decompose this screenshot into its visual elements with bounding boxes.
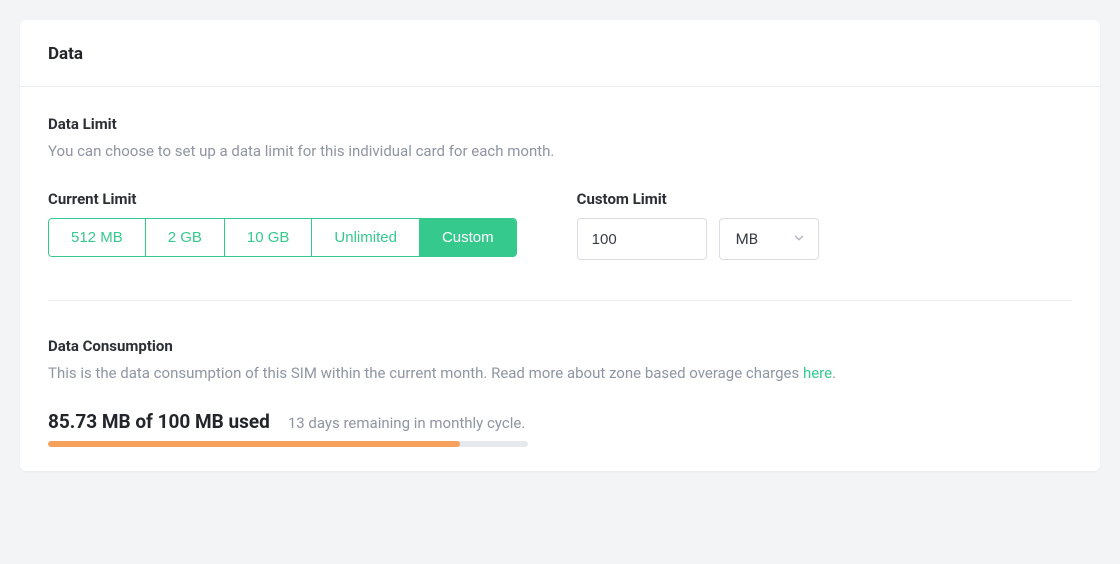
usage-progress-track xyxy=(48,441,528,447)
custom-limit-input[interactable] xyxy=(577,218,707,260)
card-title: Data xyxy=(48,44,1072,64)
limit-option-2gb[interactable]: 2 GB xyxy=(146,219,225,256)
limit-option-10gb[interactable]: 10 GB xyxy=(225,219,313,256)
section-divider xyxy=(48,300,1072,301)
overage-link[interactable]: here xyxy=(803,364,832,382)
data-limit-description: You can choose to set up a data limit fo… xyxy=(48,141,1072,162)
limit-segmented-control: 512 MB 2 GB 10 GB Unlimited Custom xyxy=(48,218,517,257)
data-limit-heading: Data Limit xyxy=(48,115,1072,133)
usage-progress-fill xyxy=(48,441,460,447)
current-limit-column: Current Limit 512 MB 2 GB 10 GB Unlimite… xyxy=(48,190,517,257)
unit-select-label: MB xyxy=(736,230,758,248)
custom-limit-label: Custom Limit xyxy=(577,190,819,208)
limits-row: Current Limit 512 MB 2 GB 10 GB Unlimite… xyxy=(48,190,1072,260)
chevron-down-icon xyxy=(792,230,806,249)
consumption-desc-suffix: . xyxy=(832,364,836,382)
usage-row: 85.73 MB of 100 MB used 13 days remainin… xyxy=(48,410,1072,433)
usage-remaining: 13 days remaining in monthly cycle. xyxy=(288,414,525,432)
consumption-desc-prefix: This is the data consumption of this SIM… xyxy=(48,364,803,382)
card-header: Data xyxy=(20,20,1100,87)
custom-limit-column: Custom Limit MB xyxy=(577,190,819,260)
limit-option-512mb[interactable]: 512 MB xyxy=(49,219,146,256)
unit-select[interactable]: MB xyxy=(719,218,819,260)
limit-option-custom[interactable]: Custom xyxy=(420,219,516,256)
custom-limit-row: MB xyxy=(577,218,819,260)
data-consumption-heading: Data Consumption xyxy=(48,337,1072,355)
usage-amount: 85.73 MB of 100 MB used xyxy=(48,410,270,433)
limit-option-unlimited[interactable]: Unlimited xyxy=(312,219,420,256)
card-body: Data Limit You can choose to set up a da… xyxy=(20,87,1100,471)
data-card: Data Data Limit You can choose to set up… xyxy=(20,20,1100,471)
current-limit-label: Current Limit xyxy=(48,190,517,208)
data-consumption-description: This is the data consumption of this SIM… xyxy=(48,363,1072,384)
